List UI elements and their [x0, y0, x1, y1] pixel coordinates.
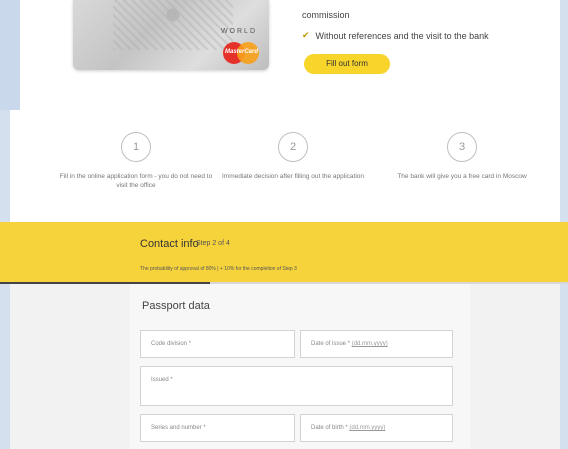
step-indicator: Step 2 of 4 [196, 240, 230, 247]
card-world-label: WORLD [220, 28, 257, 35]
step-2: 2 Immediate decision after filling out t… [213, 132, 373, 181]
benefit-text: Without references and the visit to the … [315, 30, 489, 41]
benefit-item: ✔ Without references and the visit to th… [302, 30, 489, 41]
code-division-field[interactable]: Code division * [140, 330, 295, 358]
issued-field[interactable]: Issued * [140, 366, 453, 406]
mastercard-logo: MasterCard [223, 42, 259, 64]
step-1: 1 Fill in the online application form - … [56, 132, 216, 190]
series-and-number-label: Series and number * [151, 425, 206, 431]
approval-probability-text: The probability of approval of 80% | + 1… [140, 266, 297, 272]
date-of-birth-field[interactable]: Date of birth * (dd.mm.yyyy) [300, 414, 453, 442]
step-number-circle: 2 [278, 132, 308, 162]
hero-side-band [0, 0, 20, 110]
step-number-circle: 1 [121, 132, 151, 162]
date-of-issue-label: Date of issue * (dd.mm.yyyy) [311, 341, 388, 347]
hero-section: WORLD MasterCard commission ✔ Without re… [0, 0, 560, 111]
commission-text: commission [302, 10, 350, 20]
contact-info-title: Contact info [140, 238, 199, 250]
step-text: Fill in the online application form - yo… [59, 173, 213, 189]
step-3: 3 The bank will give you a free card in … [382, 132, 542, 181]
series-and-number-field[interactable]: Series and number * [140, 414, 295, 442]
step-text: The bank will give you a free card in Mo… [397, 173, 527, 180]
credit-card-image: WORLD MasterCard [73, 0, 269, 70]
fill-out-form-button[interactable]: Fill out form [304, 54, 390, 74]
card-pattern [113, 0, 233, 50]
date-of-issue-field[interactable]: Date of issue * (dd.mm.yyyy) [300, 330, 453, 358]
passport-data-title: Passport data [142, 300, 210, 312]
progress-fill [0, 282, 210, 284]
date-of-birth-label: Date of birth * (dd.mm.yyyy) [311, 425, 386, 431]
contact-info-band [0, 222, 568, 282]
step-number-circle: 3 [447, 132, 477, 162]
step-text: Immediate decision after filling out the… [222, 173, 364, 180]
page-frame: WORLD MasterCard commission ✔ Without re… [0, 0, 568, 449]
code-division-label: Code division * [151, 341, 192, 347]
check-icon: ✔ [302, 30, 310, 40]
issued-label: Issued * [151, 377, 173, 383]
steps-section: 1 Fill in the online application form - … [10, 110, 560, 222]
